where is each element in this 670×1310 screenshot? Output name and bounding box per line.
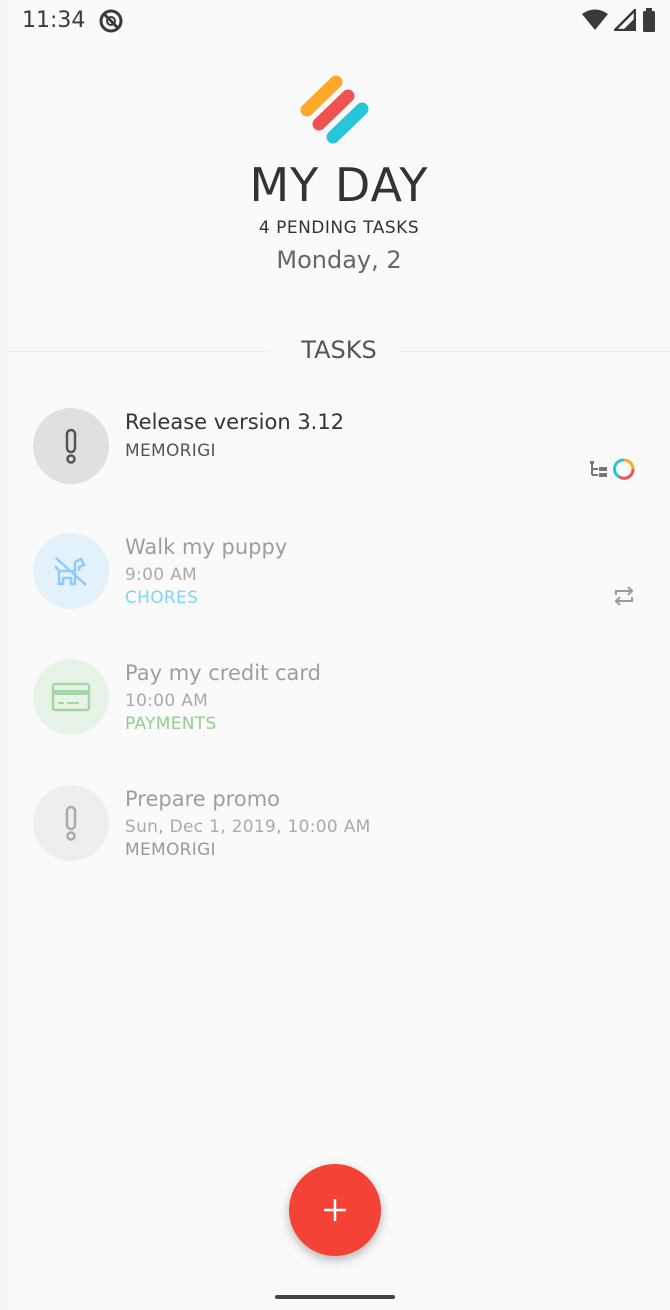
status-bar: 11:34 <box>8 0 670 40</box>
task-avatar <box>33 533 109 609</box>
status-icons <box>582 8 656 32</box>
exclamation-icon <box>65 428 77 464</box>
task-name: Prepare promo <box>125 787 281 811</box>
section-label: TASKS <box>301 336 377 364</box>
task-name: Release version 3.12 <box>125 410 345 434</box>
status-time: 11:34 <box>22 8 86 33</box>
app-logo-icon <box>300 75 369 144</box>
add-task-button[interactable] <box>289 1164 381 1256</box>
task-avatar <box>33 785 109 861</box>
task-name: Pay my credit card <box>125 661 321 685</box>
credit-card-icon <box>51 682 91 712</box>
cellular-signal-icon <box>614 9 636 31</box>
task-avatar <box>33 408 109 484</box>
task-project: MEMORIGI <box>125 840 216 860</box>
page-title: MY DAY <box>249 158 429 212</box>
task-time: 10:00 AM <box>125 691 209 711</box>
task-time: 9:00 AM <box>125 565 197 585</box>
subtasks-icon <box>590 461 607 477</box>
task-item[interactable]: Pay my credit card 10:00 AM PAYMENTS <box>8 659 670 759</box>
pending-count: 4 PENDING TASKS <box>258 218 420 238</box>
plus-icon <box>324 1199 346 1221</box>
task-item[interactable]: Walk my puppy 9:00 AM CHORES <box>8 533 670 633</box>
task-category: CHORES <box>125 588 199 608</box>
task-name: Walk my puppy <box>125 535 288 559</box>
divider <box>400 351 670 352</box>
app-screen: 11:34 MY DAY 4 PENDING TASKS Monday, 2 T… <box>8 0 670 1310</box>
task-item[interactable]: Prepare promo Sun, Dec 1, 2019, 10:00 AM… <box>8 785 670 885</box>
battery-icon <box>643 8 655 32</box>
repeat-icon <box>614 586 634 606</box>
wifi-icon <box>582 9 608 30</box>
home-indicator[interactable] <box>275 1295 395 1299</box>
do-not-disturb-icon <box>98 8 124 38</box>
exclamation-icon <box>65 805 77 841</box>
current-date: Monday, 2 <box>276 246 402 274</box>
task-project: MEMORIGI <box>125 441 216 461</box>
task-item[interactable]: Release version 3.12 MEMORIGI <box>8 408 670 508</box>
task-category: PAYMENTS <box>125 714 217 734</box>
task-datetime: Sun, Dec 1, 2019, 10:00 AM <box>125 817 371 837</box>
task-avatar <box>33 659 109 735</box>
dog-icon <box>54 557 87 586</box>
tasks-section-header: TASKS <box>8 334 670 368</box>
progress-ring-icon <box>613 458 635 480</box>
